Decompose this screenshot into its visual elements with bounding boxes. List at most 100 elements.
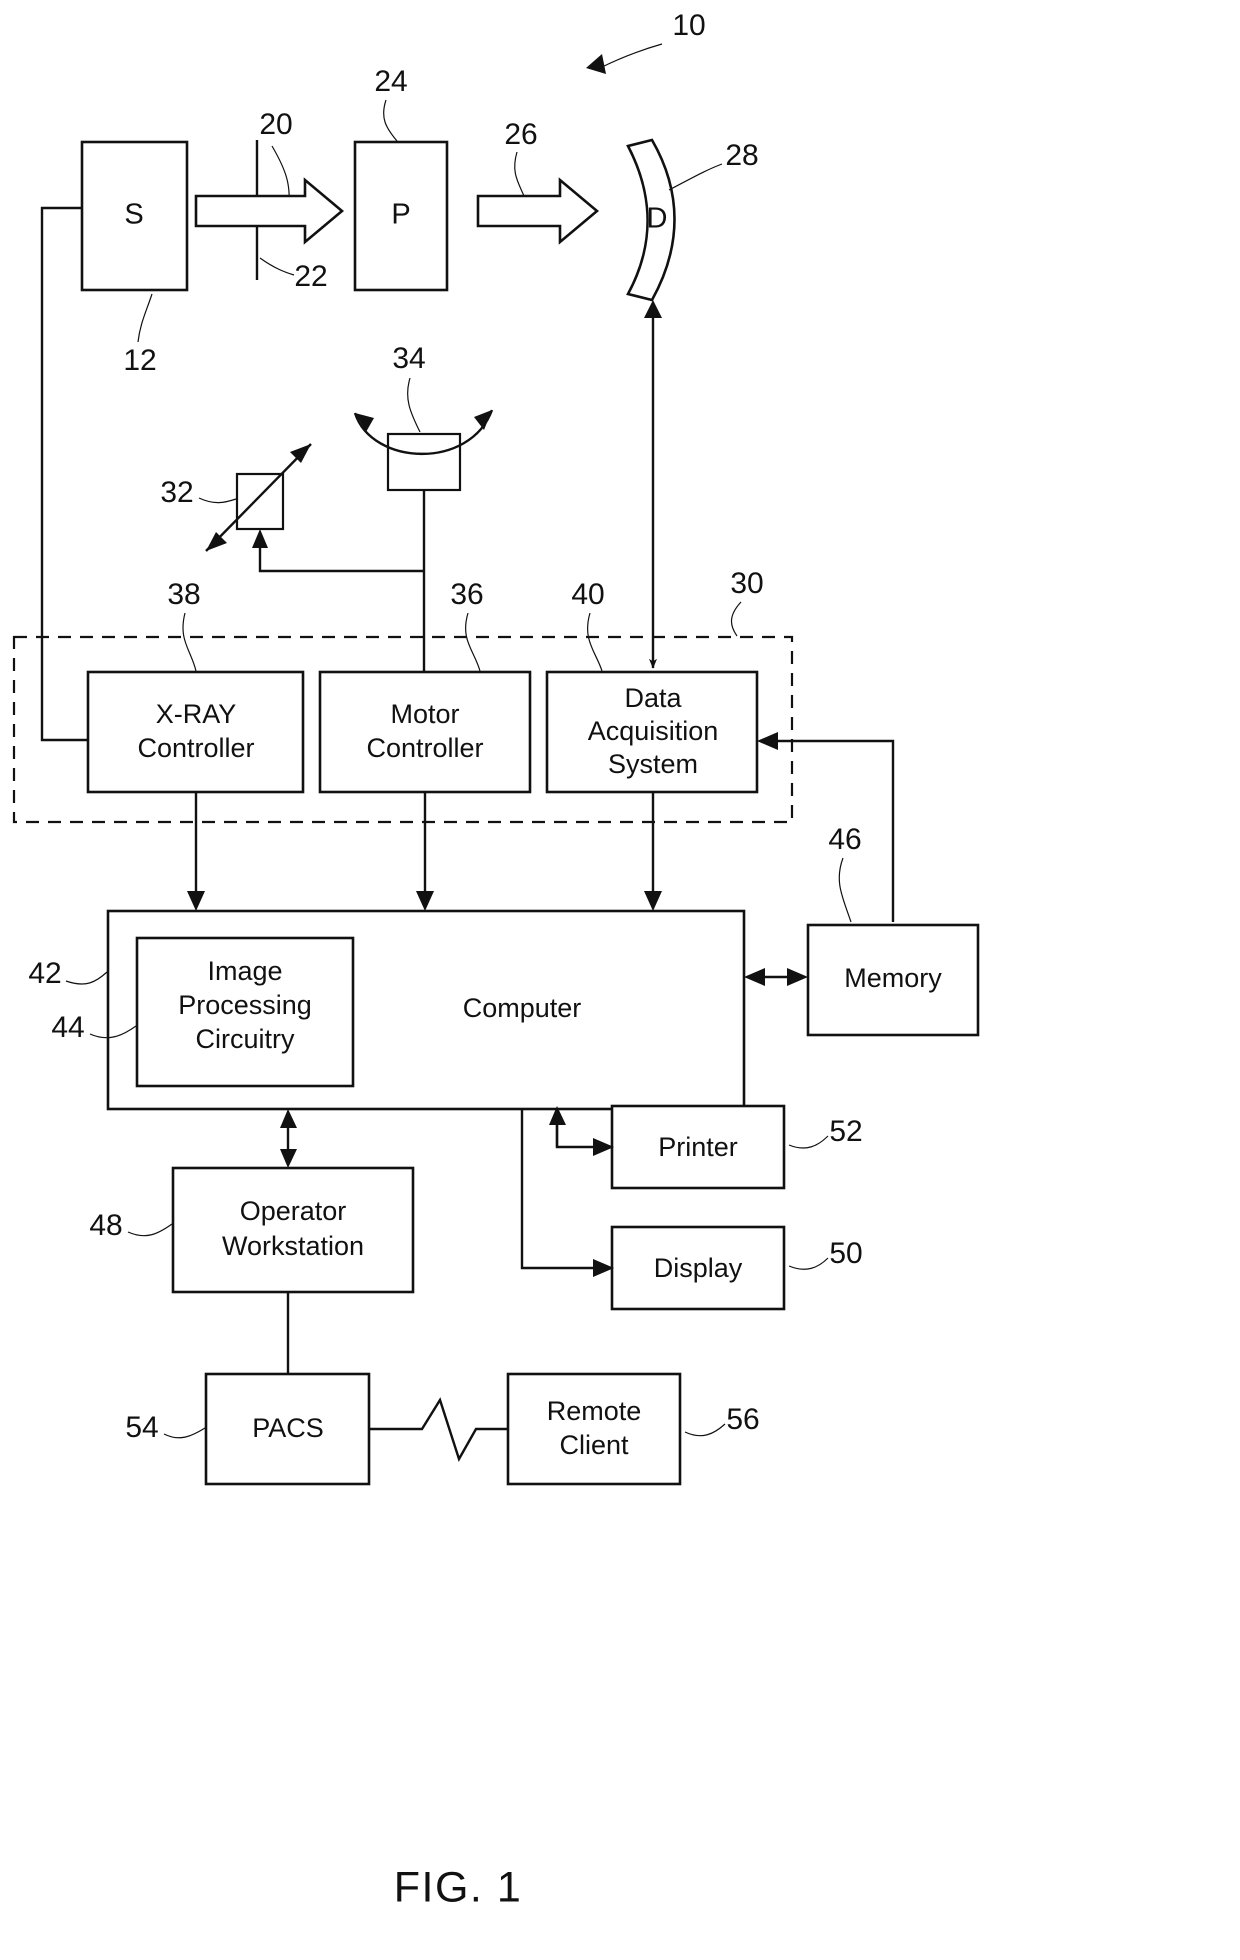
detector-input-arrowhead bbox=[644, 300, 662, 318]
ref-20-text: 20 bbox=[259, 108, 292, 141]
image-processing-line2: Processing bbox=[178, 990, 312, 1020]
display-block: Display 50 bbox=[610, 1225, 863, 1311]
xray-controller-box bbox=[86, 670, 305, 794]
operator-workstation-block: Operator Workstation 48 bbox=[89, 1166, 415, 1294]
linear-arrow-up bbox=[290, 444, 311, 463]
ref-52-leader bbox=[788, 1135, 829, 1149]
motor-lin-path bbox=[258, 537, 424, 573]
xray-controller-block: X-RAY Controller 38 bbox=[86, 578, 305, 794]
remote-client-line2: Client bbox=[559, 1430, 629, 1460]
ref-52-text: 52 bbox=[829, 1115, 862, 1148]
linear-positioner-block: 32 bbox=[160, 443, 312, 552]
patient-block: P 24 bbox=[353, 65, 449, 292]
operator-workstation-box bbox=[171, 1166, 415, 1294]
computer-memory-arrow-right bbox=[787, 968, 808, 986]
ref-34-text: 34 bbox=[392, 342, 425, 375]
ref-46-leader bbox=[838, 857, 852, 923]
remote-client-box bbox=[506, 1372, 682, 1486]
edge-computer-to-printer bbox=[549, 1106, 614, 1156]
computer-operator-arrow-down bbox=[280, 1149, 297, 1168]
computer-memory-arrow-left bbox=[744, 968, 765, 986]
ref-38-leader bbox=[182, 612, 197, 672]
edge-motor-to-linear bbox=[252, 529, 424, 573]
ref-12-leader bbox=[137, 293, 153, 343]
operator-workstation-line2: Workstation bbox=[222, 1231, 364, 1261]
ref-56-leader bbox=[684, 1423, 726, 1437]
das-computer-arrowhead bbox=[644, 891, 662, 911]
beam-arrow-patient-to-detector: 26 bbox=[476, 118, 600, 245]
ref-40-leader bbox=[586, 612, 603, 672]
figure-ref-10: 10 bbox=[586, 9, 706, 74]
source-block: S 12 bbox=[80, 140, 189, 377]
figure-canvas: 10 S 12 20 22 P 24 26 D 28 32 34 30 X-RA… bbox=[12, 9, 980, 1911]
edge-memory-to-das bbox=[757, 732, 895, 922]
ref-42-text: 42 bbox=[28, 957, 61, 990]
display-label: Display bbox=[654, 1253, 743, 1283]
ref-50-leader bbox=[788, 1257, 829, 1270]
ref-48-text: 48 bbox=[89, 1209, 122, 1242]
ref-54-leader bbox=[163, 1427, 206, 1439]
computer-display-path bbox=[520, 1109, 606, 1270]
ref-50-text: 50 bbox=[829, 1237, 862, 1270]
beam-arrow-2 bbox=[476, 177, 600, 245]
detector-label: D bbox=[647, 203, 668, 235]
operator-workstation-line1: Operator bbox=[240, 1196, 347, 1226]
ref-28-text: 28 bbox=[725, 139, 758, 172]
das-label-line3: System bbox=[608, 749, 698, 779]
motor-lin-arrowhead bbox=[252, 529, 268, 548]
ref-10-text: 10 bbox=[672, 9, 705, 42]
ref-10-leader bbox=[599, 43, 663, 69]
figure-caption: FIG. 1 bbox=[394, 1863, 522, 1911]
ref-40-text: 40 bbox=[571, 578, 604, 611]
rotation-arc bbox=[353, 409, 494, 455]
ref-48-leader bbox=[127, 1223, 173, 1237]
pacs-block: PACS 54 bbox=[125, 1372, 371, 1486]
motor-controller-label-line2: Controller bbox=[366, 733, 483, 763]
network-link-zigzag bbox=[369, 1397, 508, 1462]
edge-computer-operator bbox=[280, 1109, 297, 1168]
ref-12-text: 12 bbox=[123, 344, 156, 377]
printer-block: Printer 52 bbox=[610, 1104, 863, 1190]
ref-56-text: 56 bbox=[726, 1403, 759, 1436]
ref-32-leader bbox=[198, 497, 237, 504]
detector-block: D 28 bbox=[626, 138, 759, 302]
linear-arrow-down bbox=[206, 532, 227, 551]
xray-controller-label-line1: X-RAY bbox=[156, 699, 237, 729]
ref-22-leader bbox=[259, 257, 295, 276]
xray-controller-label-line2: Controller bbox=[137, 733, 254, 763]
rotation-arrow-right bbox=[474, 410, 492, 430]
edge-pacs-to-remote-client bbox=[369, 1397, 508, 1462]
computer-block: Computer 42 bbox=[28, 909, 746, 1111]
beam-arrow-source-to-patient bbox=[194, 177, 345, 245]
edge-detector-to-das bbox=[644, 300, 662, 669]
das-label-line1: Data bbox=[624, 683, 682, 713]
linear-positioner-box bbox=[235, 472, 285, 531]
source-label: S bbox=[124, 199, 143, 231]
ref-36-leader bbox=[464, 612, 481, 672]
edge-computer-memory bbox=[744, 968, 808, 986]
beam-arrow-1 bbox=[194, 177, 345, 245]
computer-label: Computer bbox=[463, 993, 582, 1023]
ref-26-text: 26 bbox=[504, 118, 537, 151]
edges-controllers-to-computer bbox=[187, 792, 662, 911]
ref-32-text: 32 bbox=[160, 476, 193, 509]
image-processing-line1: Image bbox=[207, 956, 282, 986]
patent-figure: 10 S 12 20 22 P 24 26 D 28 32 34 30 X-RA… bbox=[0, 0, 1240, 1960]
ref-24-text: 24 bbox=[374, 65, 407, 98]
ref-46-text: 46 bbox=[828, 823, 861, 856]
rotational-positioner-block: 34 bbox=[353, 342, 494, 492]
ref-24-leader bbox=[383, 99, 398, 142]
ref-28-leader bbox=[668, 163, 723, 191]
ref-10-arrowhead bbox=[586, 54, 606, 74]
printer-label: Printer bbox=[658, 1132, 738, 1162]
image-processing-line3: Circuitry bbox=[196, 1024, 295, 1054]
image-processing-block: Image Processing Circuitry 44 bbox=[51, 936, 355, 1088]
ref-42-leader bbox=[65, 971, 108, 985]
memory-label: Memory bbox=[844, 963, 942, 993]
motor-controller-label-line1: Motor bbox=[390, 699, 459, 729]
computer-operator-arrow-up bbox=[280, 1109, 297, 1128]
patient-label: P bbox=[391, 199, 410, 231]
das-label-line2: Acquisition bbox=[588, 716, 719, 746]
ref-34-leader bbox=[407, 377, 421, 433]
ref-26-leader bbox=[514, 151, 525, 197]
